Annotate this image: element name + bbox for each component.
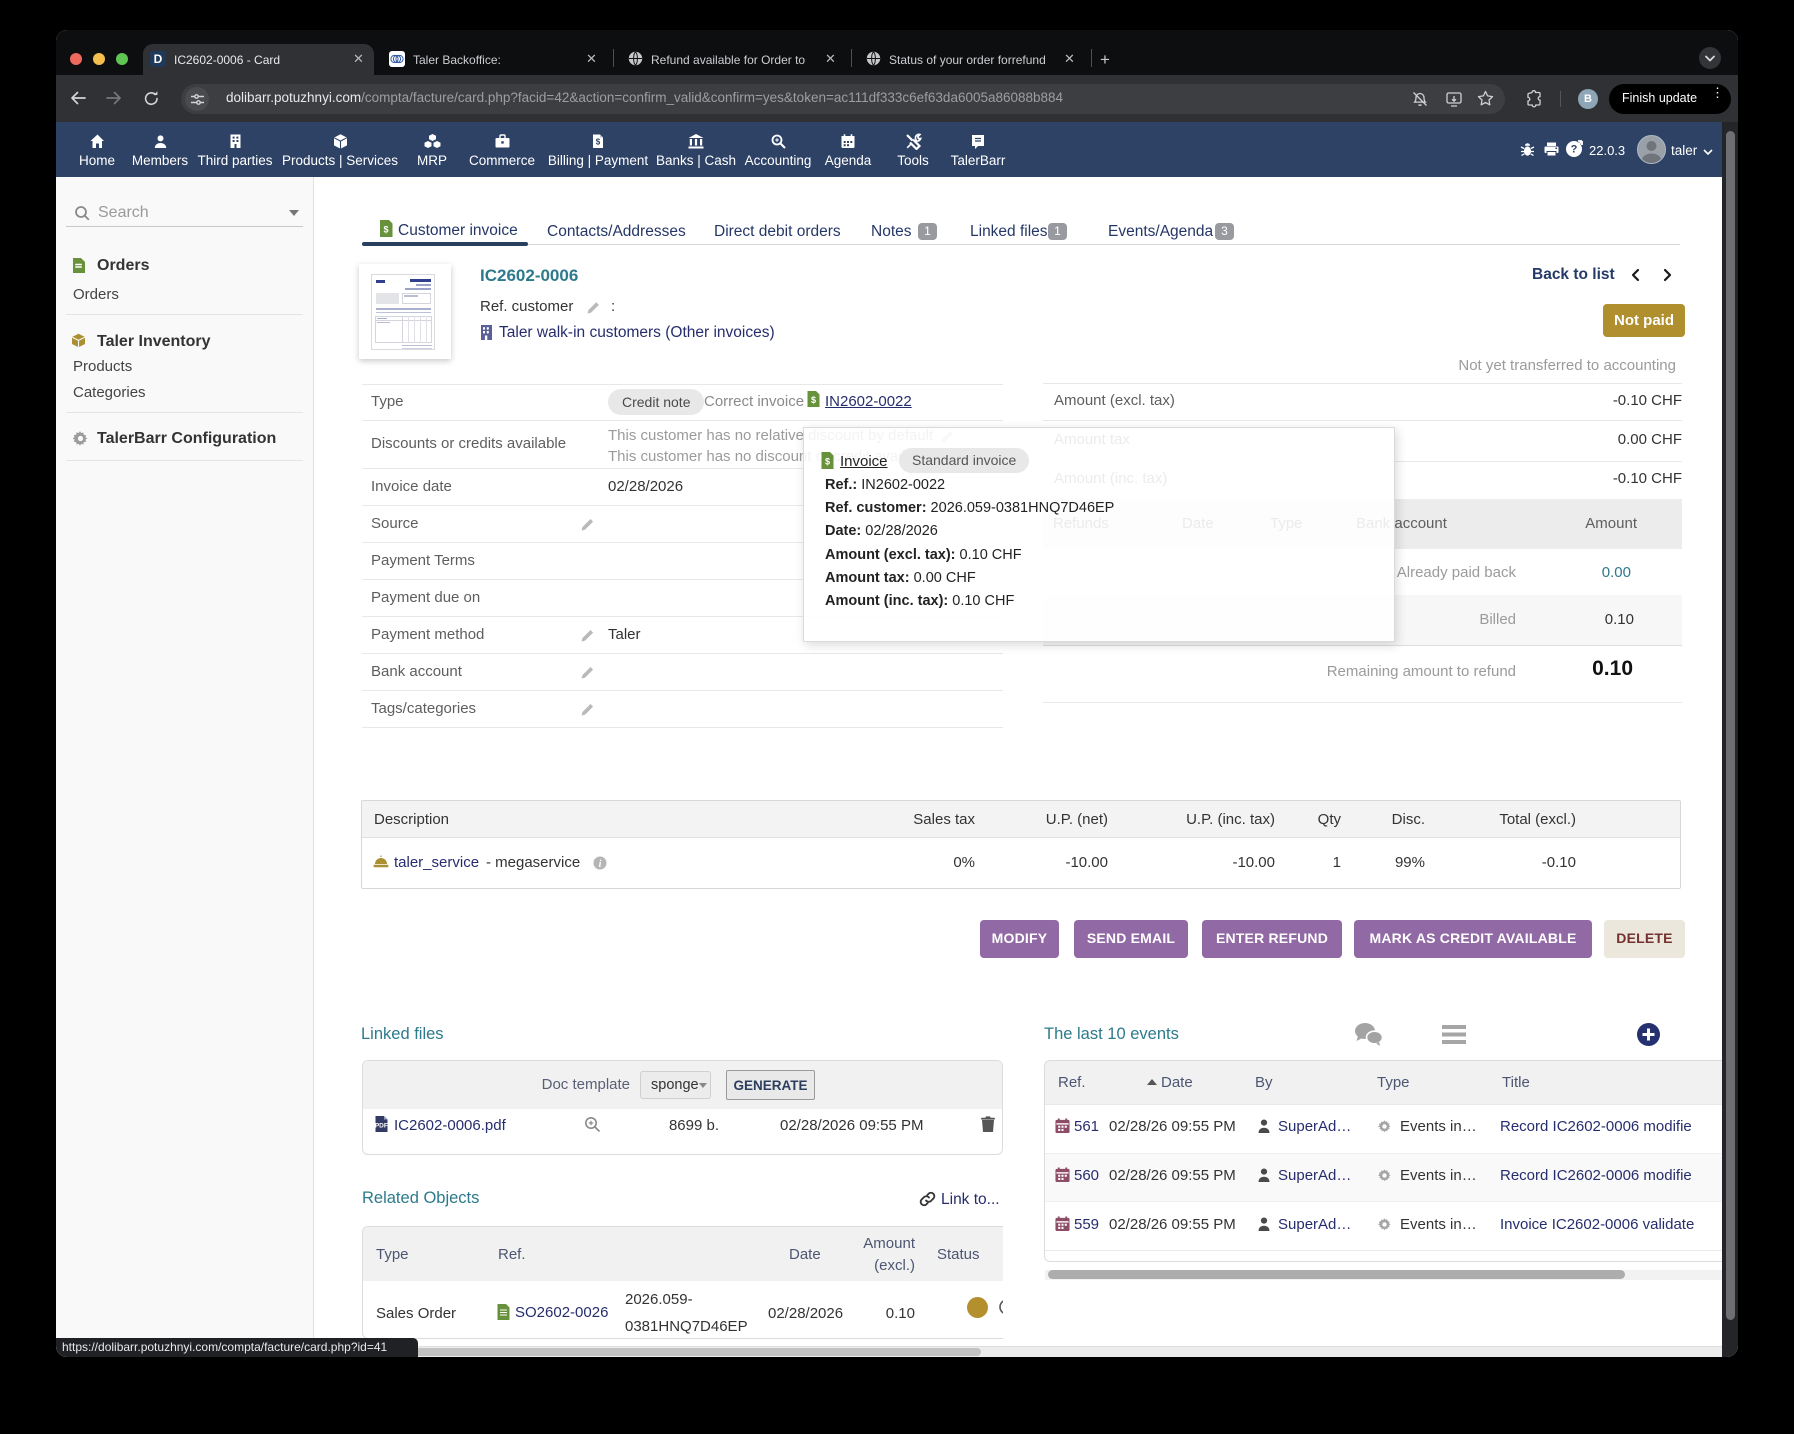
svg-text:i: i <box>599 859 602 870</box>
svg-text:$: $ <box>811 395 816 405</box>
svg-text:$: $ <box>383 225 388 235</box>
svg-text:$: $ <box>596 138 601 147</box>
svg-text:?: ? <box>1571 144 1578 156</box>
svg-text:$: $ <box>825 457 830 467</box>
svg-text:PDF: PDF <box>375 1123 388 1130</box>
